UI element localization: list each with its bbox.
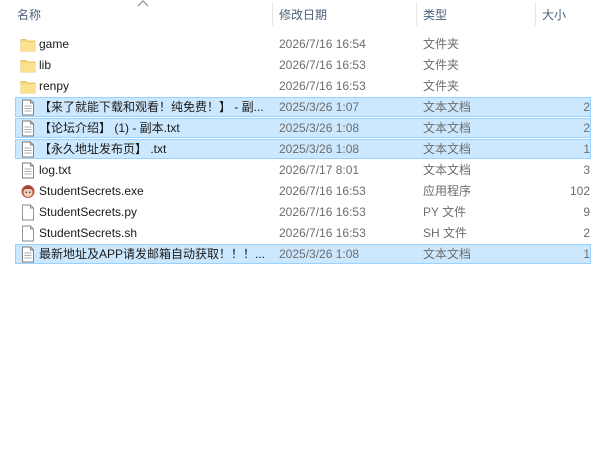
file-name: 【永久地址发布页】 .txt [39,142,167,156]
file-name: 【来了就能下载和观看！纯免费！】 - 副... [39,100,264,114]
file-type: 文本文档 [423,163,472,177]
file-row[interactable]: StudentSecrets.exe 2026/7/16 16:53 应用程序 102 [15,181,591,201]
text-file-icon [20,141,36,158]
column-divider[interactable] [535,2,536,26]
file-type: 文本文档 [423,142,472,156]
file-modified-date: 2025/3/26 1:07 [279,100,360,114]
file-modified-date: 2025/3/26 1:08 [279,142,360,156]
file-type: SH 文件 [423,226,468,240]
column-header-type[interactable]: 类型 [423,0,447,30]
file-type: 文本文档 [423,100,472,114]
file-modified-date: 2026/7/16 16:53 [279,184,366,198]
file-modified-date: 2026/7/16 16:53 [279,58,366,72]
file-name: StudentSecrets.sh [39,226,138,240]
file-type: 文件夹 [423,58,460,72]
file-modified-date: 2026/7/16 16:53 [279,205,366,219]
file-size: 9 [583,205,590,219]
column-header-size[interactable]: 大小 [542,0,566,30]
sort-ascending-icon [137,0,149,7]
file-size: 1 [583,142,590,156]
column-header-bar: 名称 修改日期 类型 大小 [0,0,595,30]
file-row[interactable]: 最新地址及APP请发邮箱自动获取！！！... 2025/3/26 1:08 文本文档… [15,244,591,264]
file-modified-date: 2026/7/17 8:01 [279,163,360,177]
file-type: 文件夹 [423,79,460,93]
file-size [536,77,590,96]
file-type: 文本文档 [423,247,472,261]
file-type: 文本文档 [423,121,472,135]
file-size: 3 [583,163,590,177]
file-name: renpy [39,79,70,93]
app-exe-icon [20,183,36,200]
file-icon [20,204,36,221]
file-row[interactable]: game 2026/7/16 16:54 文件夹 [15,34,591,54]
folder-icon [20,57,36,74]
column-divider[interactable] [416,2,417,26]
file-icon [20,225,36,242]
file-size: 2 [583,226,590,240]
file-size [536,35,590,54]
file-row[interactable]: 【论坛介绍】 (1) - 副本.txt 2025/3/26 1:08 文本文档 2 [15,118,591,138]
folder-icon [20,78,36,95]
file-type: 应用程序 [423,184,472,198]
file-modified-date: 2026/7/16 16:54 [279,37,366,51]
text-file-icon [20,246,36,263]
text-file-icon [20,162,36,179]
file-explorer-list: 名称 修改日期 类型 大小 game 2026/7/16 16:54 文件夹 lib 2… [0,0,595,467]
file-row[interactable]: lib 2026/7/16 16:53 文件夹 [15,55,591,75]
file-row[interactable]: 【永久地址发布页】 .txt 2025/3/26 1:08 文本文档 1 [15,139,591,159]
file-size: 102 [569,184,590,198]
file-name: 最新地址及APP请发邮箱自动获取！！！... [39,247,266,261]
file-row[interactable]: 【来了就能下载和观看！纯免费！】 - 副... 2025/3/26 1:07 文本文… [15,97,591,117]
file-modified-date: 2025/3/26 1:08 [279,247,360,261]
text-file-icon [20,99,36,116]
file-row[interactable]: StudentSecrets.sh 2026/7/16 16:53 SH 文件 2 [15,223,591,243]
file-size: 2 [583,121,590,135]
file-name: 【论坛介绍】 (1) - 副本.txt [39,121,180,135]
text-file-icon [20,120,36,137]
column-divider[interactable] [272,2,273,26]
file-row[interactable]: log.txt 2026/7/17 8:01 文本文档 3 [15,160,591,180]
file-name: lib [39,58,52,72]
file-type: PY 文件 [423,205,467,219]
file-modified-date: 2026/7/16 16:53 [279,79,366,93]
file-name: StudentSecrets.py [39,205,138,219]
file-modified-date: 2026/7/16 16:53 [279,226,366,240]
file-name: game [39,37,70,51]
folder-icon [20,36,36,53]
file-row[interactable]: StudentSecrets.py 2026/7/16 16:53 PY 文件 9 [15,202,591,222]
file-name: StudentSecrets.exe [39,184,144,198]
file-size [536,56,590,75]
file-row[interactable]: renpy 2026/7/16 16:53 文件夹 [15,76,591,96]
column-header-name[interactable]: 名称 [17,0,41,30]
file-size: 1 [583,247,590,261]
file-modified-date: 2025/3/26 1:08 [279,121,360,135]
file-type: 文件夹 [423,37,460,51]
file-size: 2 [583,100,590,114]
file-name: log.txt [39,163,72,177]
column-header-modified[interactable]: 修改日期 [279,0,327,30]
